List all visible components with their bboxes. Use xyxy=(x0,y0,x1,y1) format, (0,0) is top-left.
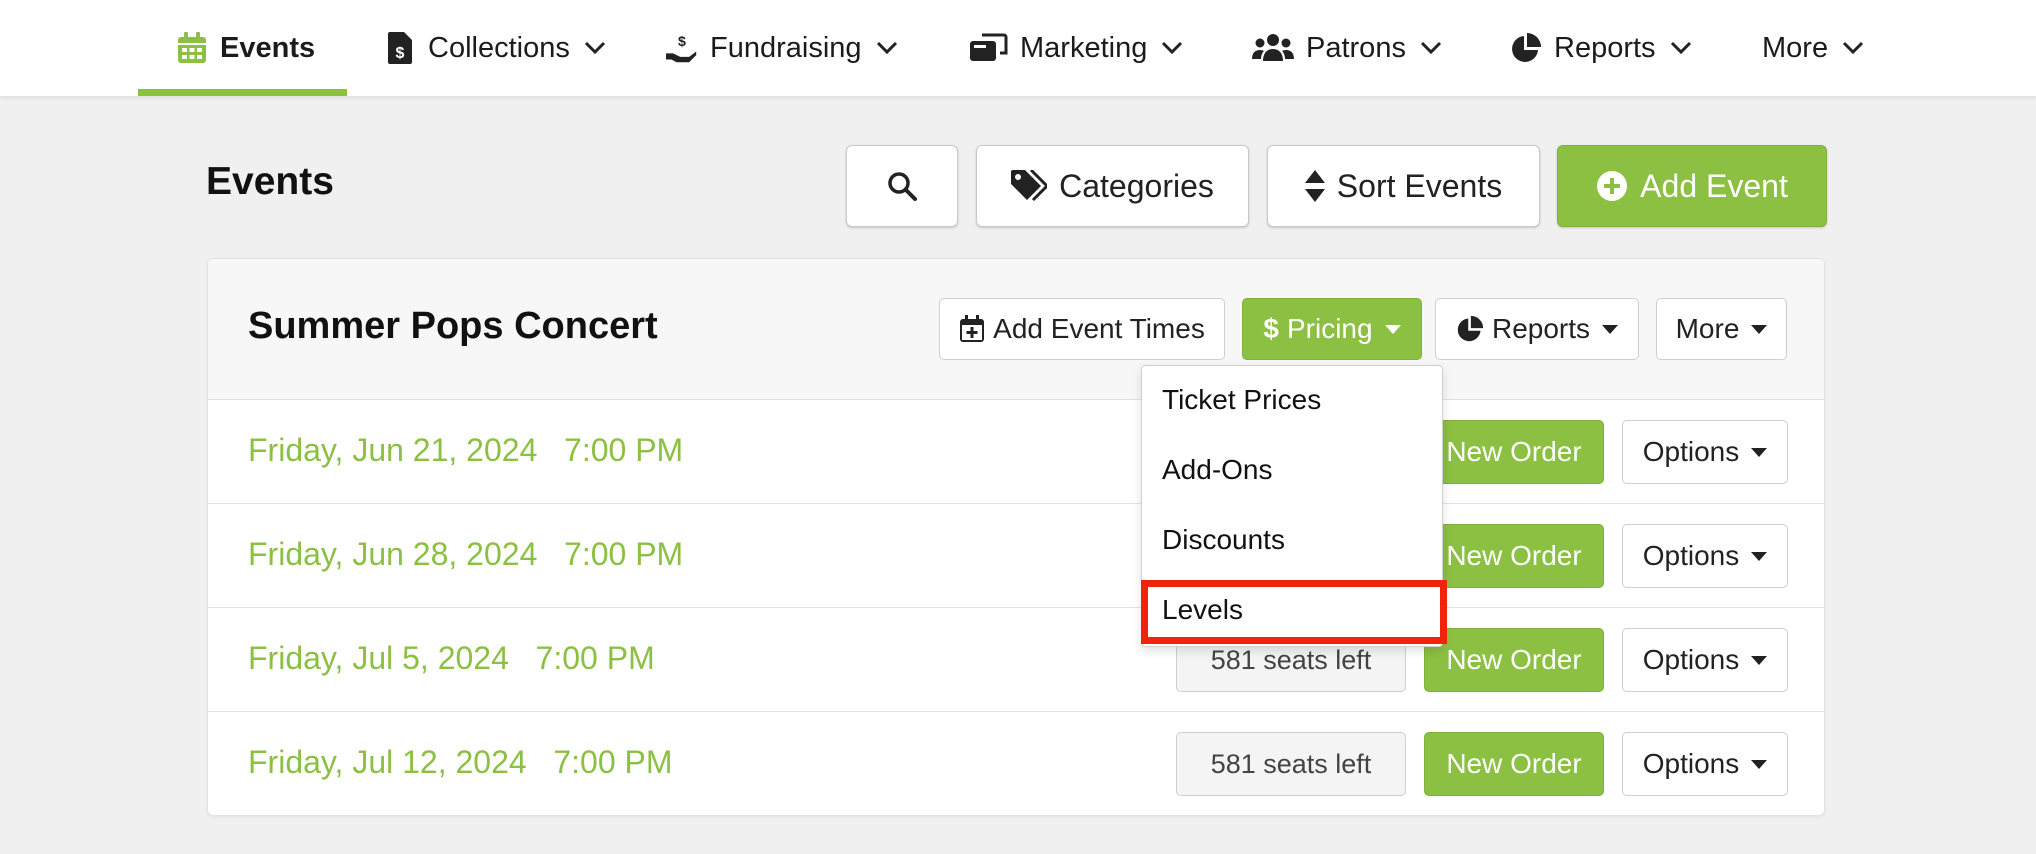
more-label: More xyxy=(1675,313,1740,344)
options-button[interactable]: Options xyxy=(1622,628,1788,692)
nav-item-events[interactable]: Events xyxy=(176,0,315,96)
reports-label: Reports xyxy=(1491,313,1591,344)
event-time: 7:00 PM xyxy=(564,432,684,468)
search-button[interactable] xyxy=(846,145,958,227)
caret-down-icon xyxy=(1602,324,1619,334)
sort-events-button[interactable]: Sort Events xyxy=(1267,145,1540,227)
caret-down-icon xyxy=(1751,324,1768,334)
page-title: Events xyxy=(206,160,334,203)
caret-down-icon xyxy=(1751,655,1768,665)
chevron-down-icon xyxy=(584,41,605,55)
event-title: Summer Pops Concert xyxy=(248,305,658,347)
add-event-label: Add Event xyxy=(1640,167,1788,204)
caret-down-icon xyxy=(1384,324,1401,334)
users-icon xyxy=(1252,32,1294,64)
add-event-times-button[interactable]: Add Event Times xyxy=(939,298,1225,360)
nav-label-marketing: Marketing xyxy=(1020,31,1148,64)
nav-item-collections[interactable]: $ Collections xyxy=(384,0,606,96)
menu-item-ticket-prices[interactable]: Ticket Prices xyxy=(1162,384,1321,416)
event-date: Friday, Jun 21, 2024 xyxy=(248,432,538,468)
caret-down-icon xyxy=(1751,759,1768,769)
event-time: 7:00 PM xyxy=(535,640,655,676)
top-navigation: Events $ Collections $ Fundraising Marke… xyxy=(0,0,2036,96)
options-label: Options xyxy=(1642,436,1740,467)
search-icon xyxy=(888,172,917,201)
pricing-label: Pricing xyxy=(1286,313,1373,344)
caret-down-icon xyxy=(1751,447,1768,457)
nav-label-collections: Collections xyxy=(428,31,570,64)
event-date: Friday, Jul 12, 2024 xyxy=(248,744,527,780)
sort-icon xyxy=(1304,170,1325,202)
options-label: Options xyxy=(1642,748,1740,779)
chevron-down-icon xyxy=(1420,41,1442,55)
menu-item-levels[interactable]: Levels xyxy=(1162,594,1243,626)
nav-item-patrons[interactable]: Patrons xyxy=(1252,0,1442,96)
event-date-link[interactable]: Friday, Jul 12, 2024 7:00 PM xyxy=(248,744,673,781)
chevron-down-icon xyxy=(1162,41,1183,55)
nav-item-more[interactable]: More xyxy=(1762,0,1864,96)
nav-label-patrons: Patrons xyxy=(1306,31,1406,64)
options-label: Options xyxy=(1642,644,1740,675)
chevron-down-icon xyxy=(1843,41,1864,55)
event-time-row: Friday, Jun 21, 2024 7:00 PM New Order O… xyxy=(208,400,1824,504)
menu-item-discounts[interactable]: Discounts xyxy=(1162,524,1285,556)
calendar-icon xyxy=(176,32,208,64)
pie-chart-icon xyxy=(1510,32,1542,64)
event-card: Summer Pops Concert Add Event Times $ Pr… xyxy=(207,258,1825,816)
svg-text:$: $ xyxy=(396,45,405,62)
event-time-row: Friday, Jun 28, 2024 7:00 PM New Order O… xyxy=(208,504,1824,608)
plus-circle-icon xyxy=(1597,171,1628,201)
caret-down-icon xyxy=(1751,551,1768,561)
pricing-dropdown-menu: Ticket Prices Add-Ons Discounts Levels xyxy=(1141,365,1443,647)
event-date-link[interactable]: Friday, Jul 5, 2024 7:00 PM xyxy=(248,640,655,677)
new-order-button[interactable]: New Order xyxy=(1424,628,1604,692)
event-date: Friday, Jul 5, 2024 xyxy=(248,640,509,676)
event-date-link[interactable]: Friday, Jun 28, 2024 7:00 PM xyxy=(248,536,683,573)
nav-label-fundraising: Fundraising xyxy=(710,31,862,64)
categories-button[interactable]: Categories xyxy=(976,145,1249,227)
pricing-button[interactable]: $ Pricing xyxy=(1242,298,1422,360)
nav-item-reports[interactable]: Reports xyxy=(1510,0,1692,96)
seats-left-badge: 581 seats left xyxy=(1176,732,1406,796)
tags-icon xyxy=(1011,170,1048,202)
categories-label: Categories xyxy=(1059,167,1214,204)
add-event-times-label: Add Event Times xyxy=(993,313,1205,344)
hand-dollar-icon: $ xyxy=(666,32,698,64)
options-label: Options xyxy=(1642,540,1740,571)
event-time: 7:00 PM xyxy=(553,744,673,780)
mailbox-icon xyxy=(970,32,1008,64)
options-button[interactable]: Options xyxy=(1622,524,1788,588)
new-order-button[interactable]: New Order xyxy=(1424,524,1604,588)
event-date: Friday, Jun 28, 2024 xyxy=(248,536,538,572)
event-time-row: Friday, Jul 5, 2024 7:00 PM 581 seats le… xyxy=(208,608,1824,712)
menu-item-add-ons[interactable]: Add-Ons xyxy=(1162,454,1273,486)
options-button[interactable]: Options xyxy=(1622,420,1788,484)
calendar-plus-icon xyxy=(960,315,985,342)
options-button[interactable]: Options xyxy=(1622,732,1788,796)
reports-button[interactable]: Reports xyxy=(1435,298,1639,360)
nav-label-reports: Reports xyxy=(1554,31,1656,64)
active-tab-indicator xyxy=(138,89,347,96)
nav-label-more: More xyxy=(1762,31,1829,64)
event-time: 7:00 PM xyxy=(564,536,684,572)
dollar-icon: $ xyxy=(1263,313,1279,344)
event-card-header: Summer Pops Concert Add Event Times $ Pr… xyxy=(208,259,1824,400)
new-order-button[interactable]: New Order xyxy=(1424,732,1604,796)
more-button[interactable]: More xyxy=(1656,298,1787,360)
chevron-down-icon xyxy=(876,41,897,55)
event-date-link[interactable]: Friday, Jun 21, 2024 7:00 PM xyxy=(248,432,683,469)
dollar-file-icon: $ xyxy=(384,32,416,64)
sort-events-label: Sort Events xyxy=(1336,167,1503,204)
nav-item-marketing[interactable]: Marketing xyxy=(970,0,1183,96)
nav-label-events: Events xyxy=(220,31,316,64)
svg-text:$: $ xyxy=(678,34,686,50)
pie-chart-icon xyxy=(1457,315,1484,342)
nav-item-fundraising[interactable]: $ Fundraising xyxy=(666,0,898,96)
add-event-button[interactable]: Add Event xyxy=(1557,145,1827,227)
new-order-button[interactable]: New Order xyxy=(1424,420,1604,484)
event-time-row: Friday, Jul 12, 2024 7:00 PM 581 seats l… xyxy=(208,712,1824,816)
chevron-down-icon xyxy=(1670,41,1691,55)
